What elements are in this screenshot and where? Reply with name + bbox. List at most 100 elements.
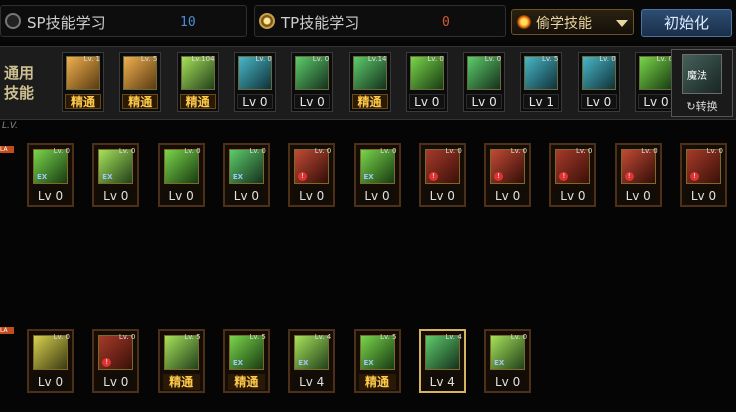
skill-level-label: 精通 xyxy=(122,94,159,109)
ex-badge-icon: EX xyxy=(102,173,113,181)
class-skill-slot[interactable]: EX Lv. 5 精通 xyxy=(353,329,401,393)
warning-icon: ! xyxy=(690,172,699,181)
skill-level-tag: Lv. 0 xyxy=(445,147,462,155)
class-skill-slot[interactable]: EX Lv. 0 Lv 0 xyxy=(222,143,270,207)
skill-level-tag: Lv. 0 xyxy=(510,147,528,155)
skill-level-tag: Lv. 0 xyxy=(641,147,658,155)
common-skill-slot[interactable]: Lv. 0 Lv 0 xyxy=(233,52,276,112)
skill-level-tag: Lv. 0 xyxy=(706,147,723,155)
skill-level-tag: Lv. 0 xyxy=(575,147,593,155)
ex-badge-icon: EX xyxy=(298,359,309,367)
skill-level-label: 精通 xyxy=(162,374,200,390)
skill-level-label: Lv 0 xyxy=(489,374,527,390)
common-skill-slot[interactable]: Lv. 0 Lv 0 xyxy=(405,52,448,112)
ex-badge-icon: EX xyxy=(232,173,244,181)
skill-level-tag: Lv. 0 xyxy=(255,55,272,63)
warning-icon: ! xyxy=(494,172,504,181)
skill-level-label: Lv 0 xyxy=(685,188,722,204)
class-skill-slot[interactable]: ! Lv. 0 Lv 0 xyxy=(418,143,466,207)
skill-level-tag: Lv. 4 xyxy=(445,333,462,341)
skill-level-label: Lv 0 xyxy=(162,188,200,204)
common-skill-slot[interactable]: Lv. 0 Lv 0 xyxy=(463,52,506,112)
class-skill-slot[interactable]: ! Lv. 0 Lv 0 xyxy=(92,329,140,393)
swap-label: ↻转换 xyxy=(672,98,732,114)
skill-level-tag: Lv. 0 xyxy=(484,55,502,63)
skill-level-label: Lv 0 xyxy=(32,188,69,204)
warning-icon: ! xyxy=(102,358,112,367)
warning-icon: ! xyxy=(559,172,569,181)
class-skill-slot[interactable]: Lv. 5 精通 xyxy=(157,329,205,393)
class-skill-slot[interactable]: ! Lv. 0 Lv 0 xyxy=(288,143,336,207)
skill-level-label: Lv 1 xyxy=(523,94,560,109)
skill-level-tag: Lv. 5 xyxy=(249,333,266,341)
common-skill-slot[interactable]: Lv. 5 Lv 1 xyxy=(520,52,563,112)
row-marker-2: LA xyxy=(0,327,14,334)
skill-level-tag: Lv. 4 xyxy=(314,333,332,341)
common-skill-slot[interactable]: Lv. 1 精通 xyxy=(62,52,104,112)
warning-icon: ! xyxy=(624,172,634,181)
class-skill-slot[interactable]: ! Lv. 0 Lv 0 xyxy=(484,143,532,207)
warning-icon: ! xyxy=(428,172,438,181)
class-skill-slot[interactable]: EX Lv. 5 精通 xyxy=(222,329,270,393)
swap-text: 转换 xyxy=(695,100,718,113)
skill-level-tag: Lv. 5 xyxy=(140,55,158,63)
skill-level-label: Lv 0 xyxy=(489,188,527,204)
skill-level-tag: Lv. 0 xyxy=(427,55,444,63)
skill-level-label: Lv 0 xyxy=(32,374,69,390)
skill-level-label: Lv 0 xyxy=(358,188,396,204)
skill-level-tag: Lv. 1 xyxy=(83,55,100,63)
skill-level-tag: Lv. 5 xyxy=(380,333,397,341)
row-marker-1: LA xyxy=(0,146,14,153)
class-skill-slot[interactable]: ! Lv. 0 Lv 0 xyxy=(680,143,727,207)
skill-level-label: Lv 0 xyxy=(466,94,503,109)
skill-level-label: Lv 0 xyxy=(293,188,331,204)
ex-badge-icon: EX xyxy=(363,173,374,181)
skill-level-label: Lv 0 xyxy=(236,94,273,109)
skill-level-tag: Lv.14 xyxy=(367,55,387,63)
class-skill-slot[interactable]: ! Lv. 0 Lv 0 xyxy=(549,143,597,207)
class-skill-slot[interactable]: EX Lv. 0 Lv 0 xyxy=(353,143,401,207)
class-skill-slot[interactable]: Lv. 4 Lv 4 xyxy=(418,329,466,393)
warning-icon: ! xyxy=(298,172,308,181)
skill-level-tag: Lv. 0 xyxy=(249,147,266,155)
class-skill-slot[interactable]: EX Lv. 0 Lv 0 xyxy=(92,143,140,207)
class-skill-slot[interactable]: Lv. 0 Lv 0 xyxy=(157,143,205,207)
ex-badge-icon: EX xyxy=(37,173,48,181)
class-skill-slot[interactable]: ! Lv. 0 Lv 0 xyxy=(614,143,662,207)
skill-level-tag: Lv. 0 xyxy=(118,333,136,341)
common-skill-slots: Lv. 1 精通 Lv. 5 精通 Lv.104 精通 Lv. 0 Lv 0 Lv. 0 Lv 0… xyxy=(0,0,736,130)
skill-level-label: Lv 0 xyxy=(638,94,674,109)
skill-level-tag: Lv. 0 xyxy=(184,147,201,155)
class-skill-slot[interactable]: EX Lv. 0 Lv 0 xyxy=(484,329,532,393)
skill-level-label: Lv 0 xyxy=(227,188,265,204)
class-skill-slot[interactable]: Lv. 0 Lv 0 xyxy=(27,329,74,393)
common-skill-slot[interactable]: Lv. 5 精通 xyxy=(119,52,162,112)
skill-level-tag: Lv. 5 xyxy=(541,55,559,63)
skill-level-label: 精通 xyxy=(65,94,101,109)
skill-swap-button[interactable]: 魔法 ↻转换 xyxy=(671,49,733,117)
swap-tag: 魔法 xyxy=(687,71,707,82)
common-skill-slot[interactable]: Lv.104 精通 xyxy=(176,52,219,112)
skill-level-tag: Lv. 0 xyxy=(510,333,528,341)
skill-level-tag: Lv. 0 xyxy=(314,147,332,155)
common-skill-slot[interactable]: Lv. 0 Lv 0 xyxy=(291,52,334,112)
skill-level-label: Lv 0 xyxy=(619,188,657,204)
common-skill-slot[interactable]: Lv.14 精通 xyxy=(348,52,391,112)
class-skill-slot[interactable]: EX Lv. 0 Lv 0 xyxy=(27,143,74,207)
skill-level-tag: Lv. 5 xyxy=(184,333,201,341)
refresh-icon: ↻ xyxy=(686,100,696,113)
class-skill-slot[interactable]: EX Lv. 4 Lv 4 xyxy=(288,329,336,393)
skill-level-tag: Lv. 0 xyxy=(53,147,70,155)
skill-level-label: Lv 4 xyxy=(423,374,461,390)
ex-badge-icon: EX xyxy=(494,359,505,367)
skill-level-label: Lv 0 xyxy=(408,94,445,109)
skill-level-label: Lv 0 xyxy=(97,188,135,204)
skill-level-tag: Lv. 0 xyxy=(599,55,616,63)
magic-swap-icon: 魔法 xyxy=(682,54,722,94)
common-skill-slot[interactable]: Lv. 0 Lv 0 xyxy=(577,52,620,112)
skill-level-label: Lv 0 xyxy=(294,94,331,109)
skill-level-tag: Lv. 0 xyxy=(118,147,136,155)
skill-level-label: Lv 0 xyxy=(554,188,592,204)
skill-level-label: Lv 0 xyxy=(97,374,135,390)
skill-level-tag: Lv. 0 xyxy=(380,147,397,155)
